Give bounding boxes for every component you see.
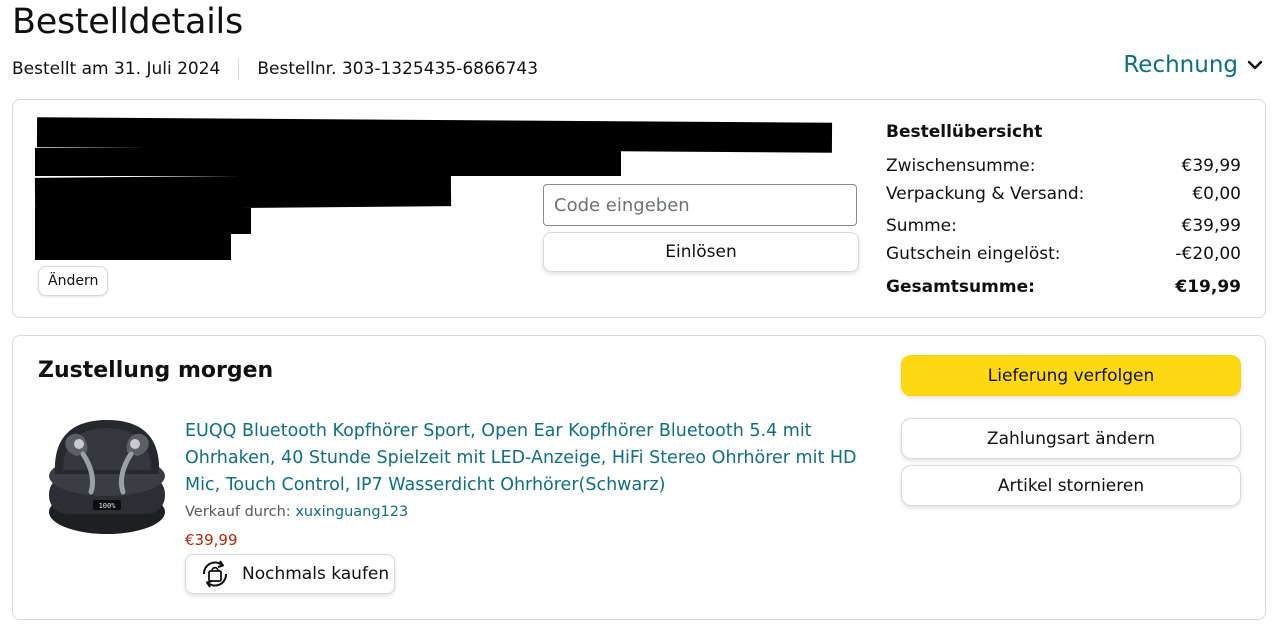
invoice-dropdown[interactable]: Rechnung bbox=[1123, 52, 1264, 78]
redaction-bar bbox=[35, 208, 251, 234]
meta-divider bbox=[238, 58, 240, 80]
summary-row-shipping: Verpackung & Versand: €0,00 bbox=[886, 180, 1241, 208]
summary-value: -€20,00 bbox=[1175, 244, 1241, 264]
cancel-item-button[interactable]: Artikel stornieren bbox=[901, 465, 1241, 506]
summary-total-value: €19,99 bbox=[1175, 277, 1241, 297]
summary-title: Bestellübersicht bbox=[886, 122, 1043, 142]
sold-by: Verkauf durch: xuxinguang123 bbox=[185, 504, 408, 520]
product-image[interactable]: 100% bbox=[43, 416, 171, 544]
summary-total-label: Gesamtsumme: bbox=[886, 277, 1035, 297]
order-summary: Bestellübersicht Zwischensumme: €39,99 V… bbox=[886, 122, 1241, 301]
summary-row-subtotal: Zwischensumme: €39,99 bbox=[886, 152, 1241, 180]
order-info-card: Ändern Einlösen Bestellübersicht Zwische… bbox=[12, 99, 1266, 318]
summary-value: €39,99 bbox=[1181, 216, 1241, 236]
summary-label: Verpackung & Versand: bbox=[886, 184, 1085, 204]
page-title: Bestelldetails bbox=[12, 2, 243, 42]
redaction-bar bbox=[35, 232, 231, 260]
summary-value: €39,99 bbox=[1181, 156, 1241, 176]
change-address-button[interactable]: Ändern bbox=[38, 266, 109, 296]
case-display-text: 100% bbox=[99, 502, 117, 510]
buy-again-label: Nochmals kaufen bbox=[242, 564, 390, 584]
summary-label: Zwischensumme: bbox=[886, 156, 1036, 176]
coupon-code-input[interactable] bbox=[543, 184, 857, 226]
sold-by-label: Verkauf durch: bbox=[185, 504, 291, 520]
summary-row-total: Gesamtsumme: €19,99 bbox=[886, 273, 1241, 301]
product-title-link[interactable]: EUQQ Bluetooth Kopfhörer Sport, Open Ear… bbox=[185, 418, 875, 499]
seller-link[interactable]: xuxinguang123 bbox=[295, 504, 408, 520]
delivery-title: Zustellung morgen bbox=[38, 358, 274, 383]
order-number: Bestellnr. 303-1325435-6866743 bbox=[257, 59, 539, 79]
track-delivery-button[interactable]: Lieferung verfolgen bbox=[901, 355, 1241, 396]
summary-label: Summe: bbox=[886, 216, 957, 236]
item-price: €39,99 bbox=[185, 531, 238, 549]
buy-again-icon bbox=[202, 560, 228, 588]
order-meta: Bestellt am 31. Juli 2024 Bestellnr. 303… bbox=[12, 58, 538, 80]
invoice-label: Rechnung bbox=[1123, 52, 1238, 78]
delivery-card: Zustellung morgen 100% EUQQ Bluetooth Ko… bbox=[12, 335, 1266, 620]
buy-again-button[interactable]: Nochmals kaufen bbox=[185, 554, 395, 594]
order-date: Bestellt am 31. Juli 2024 bbox=[12, 59, 221, 79]
redaction-bar bbox=[34, 174, 452, 210]
summary-row-sum: Summe: €39,99 bbox=[886, 212, 1241, 240]
redeem-button[interactable]: Einlösen bbox=[543, 232, 859, 272]
summary-row-coupon: Gutschein eingelöst: -€20,00 bbox=[886, 240, 1241, 268]
summary-label: Gutschein eingelöst: bbox=[886, 244, 1061, 264]
redaction-bar bbox=[35, 148, 621, 176]
change-payment-button[interactable]: Zahlungsart ändern bbox=[901, 418, 1241, 459]
summary-value: €0,00 bbox=[1192, 184, 1241, 204]
chevron-down-icon bbox=[1247, 60, 1263, 70]
